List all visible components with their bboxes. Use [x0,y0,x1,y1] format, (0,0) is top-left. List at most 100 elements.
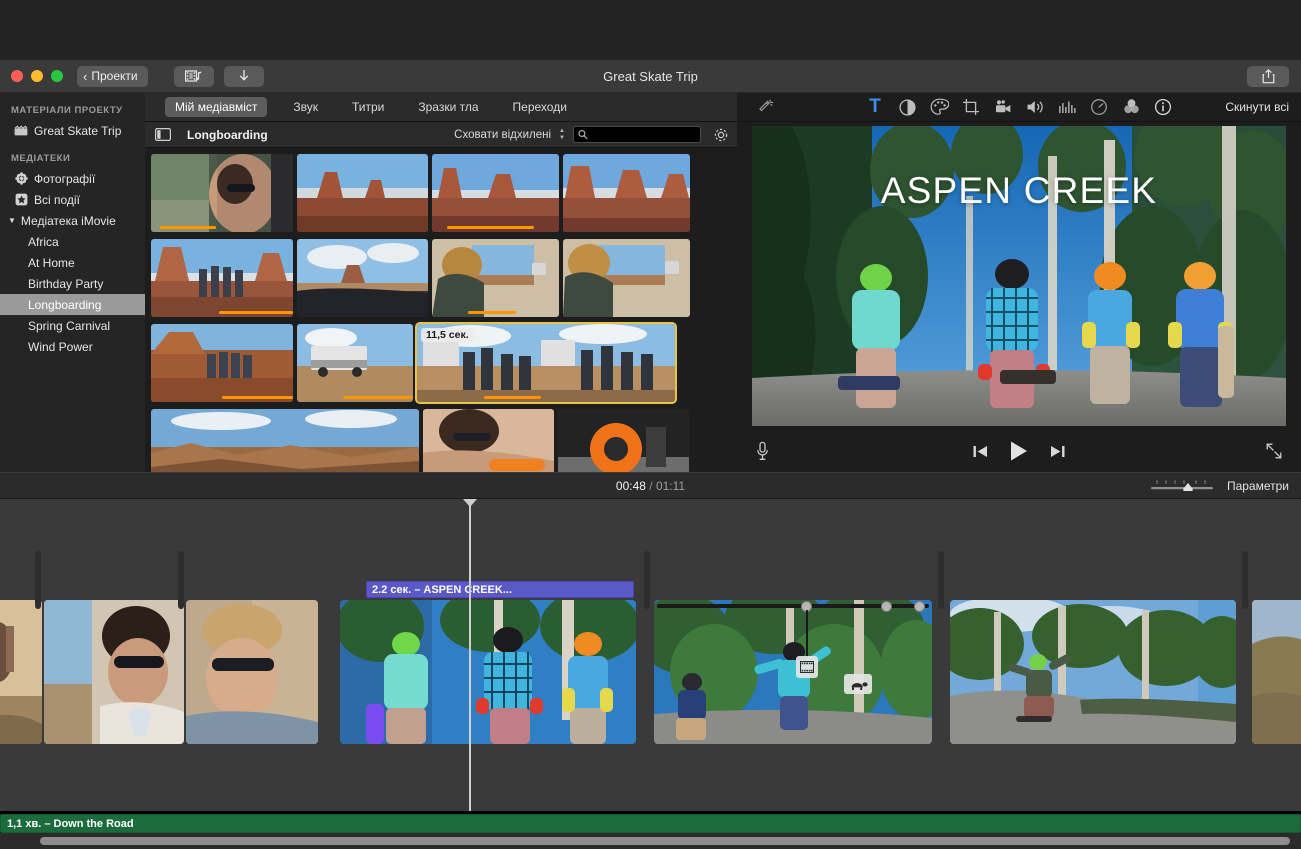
viewer-adjustment-toolbar: T [737,93,1301,122]
back-to-projects-button[interactable]: ‹ Проекти [77,66,148,87]
clip-thumbnail[interactable] [151,409,419,472]
speed-range-handle[interactable] [914,601,925,612]
clip-thumbnail[interactable] [432,154,559,232]
sidebar-item-label: Фотографії [34,172,95,186]
sidebar-item-longboarding[interactable]: Longboarding [0,294,145,315]
volume-icon[interactable] [1019,93,1051,122]
close-window-button[interactable] [11,70,23,82]
zoom-slider[interactable] [1149,477,1215,495]
info-icon[interactable] [1147,93,1179,122]
viewer-title-overlay: ASPEN CREEK [752,170,1286,212]
clip-thumbnail-selected[interactable]: 11,5 сек. [417,324,675,402]
thumbnail-image [563,154,690,232]
disclosure-triangle-icon[interactable]: ▼ [8,216,16,225]
clip-thumbnail[interactable] [563,154,690,232]
tab-backgrounds[interactable]: Зразки тла [408,97,488,117]
playhead-marker[interactable] [463,499,477,507]
clip-thumbnail[interactable] [151,239,293,317]
sidebar-item-wind-power[interactable]: Wind Power [0,336,145,357]
clip-thumbnail[interactable] [563,239,690,317]
tab-transitions[interactable]: Переходи [503,97,577,117]
sidebar-toggle-icon[interactable] [155,128,171,141]
gear-icon[interactable] [713,127,729,143]
clip-thumbnail[interactable] [297,154,428,232]
skip-to-end-icon[interactable] [1049,444,1066,459]
crop-icon[interactable] [955,93,987,122]
share-button[interactable] [1247,66,1289,87]
clip-trim-handle[interactable] [178,551,184,609]
playhead-line[interactable] [469,499,471,811]
noise-reduction-equalizer-icon[interactable] [1051,93,1083,122]
sidebar-item-great-skate-trip[interactable]: Great Skate Trip [0,120,145,141]
import-media-button[interactable] [224,66,264,87]
skip-to-start-icon[interactable] [972,444,989,459]
clip-thumbnail[interactable] [432,239,559,317]
clip-trim-handle[interactable] [938,551,944,609]
sidebar-item-photos[interactable]: Фотографії [0,168,145,189]
title-text-icon[interactable]: T [859,93,891,122]
timeline-audio-clip[interactable]: 1,1 хв. – Down the Road [0,814,1301,833]
clip-thumbnail-image [654,600,932,744]
play-icon[interactable] [1009,440,1029,462]
scrollbar-thumb[interactable] [40,837,1290,845]
sidebar-item-all-events[interactable]: Всі події [0,189,145,210]
turtle-slow-motion-icon[interactable] [844,674,872,694]
clip-trim-handle[interactable] [35,551,41,609]
libraries-sidebar[interactable]: МАТЕРІАЛИ ПРОЕКТУ Great Skate Trip МЕДІА… [0,93,145,472]
timeline-clip[interactable] [950,600,1236,744]
timeline-horizontal-scrollbar[interactable] [0,833,1301,849]
minimize-window-button[interactable] [31,70,43,82]
timeline-clip[interactable] [0,600,42,744]
clip-trim-handle[interactable] [644,551,650,609]
tab-my-media[interactable]: Мій медіавміст [165,97,267,117]
clip-thumbnail[interactable] [151,324,293,402]
sidebar-item-imovie-library[interactable]: ▼ Медіатека iMovie [0,210,145,231]
used-indicator-bar [219,311,293,315]
frames-badge-icon[interactable] [796,656,818,678]
clip-duration-badge: 11,5 сек. [421,328,474,342]
color-correction-icon[interactable] [923,93,955,122]
timeline-clip-speed[interactable] [654,600,932,744]
clip-thumbnail[interactable] [151,154,293,232]
hide-rejected-label[interactable]: Сховати відхилені [454,129,551,141]
used-indicator-bar [160,226,217,230]
sidebar-item-birthday-party[interactable]: Birthday Party [0,273,145,294]
stepper-updown-icon[interactable]: ▲▼ [559,128,565,141]
clip-thumbnail[interactable] [558,409,689,472]
audio-clip-label: 1,1 хв. – Down the Road [7,818,134,830]
clip-thumbnail[interactable] [423,409,554,472]
viewer-playback-controls [737,430,1301,472]
media-browser-button[interactable] [174,66,214,87]
timeline[interactable]: 2.2 сек. – ASPEN CREEK... [0,499,1301,811]
timeline-clip[interactable] [340,600,636,744]
search-input[interactable] [592,129,700,141]
thumbnail-image [151,239,293,317]
maximize-window-button[interactable] [51,70,63,82]
timeline-clip[interactable] [1252,600,1301,744]
filters-icon[interactable] [1115,93,1147,122]
reset-all-button[interactable]: Скинути всі [1225,100,1289,114]
clip-trim-handle[interactable] [1242,551,1248,609]
timeline-clip[interactable] [44,600,184,744]
tab-titles[interactable]: Титри [342,97,394,117]
timeline-clip[interactable] [186,600,318,744]
timeline-title-clip[interactable]: 2.2 сек. – ASPEN CREEK... [366,581,634,598]
thumbnail-row [151,239,737,317]
sidebar-item-label: Медіатека iMovie [21,214,116,228]
color-balance-icon[interactable] [891,93,923,122]
clip-thumbnail[interactable] [297,324,413,402]
tab-audio[interactable]: Звук [283,97,328,117]
sidebar-item-at-home[interactable]: At Home [0,252,145,273]
clip-thumbnail[interactable] [297,239,428,317]
video-preview[interactable]: ASPEN CREEK [752,126,1286,426]
viewer-pane: T [737,93,1301,472]
speed-gauge-icon[interactable] [1083,93,1115,122]
clip-thumbnail-grid[interactable]: 11,5 сек. [145,148,737,472]
magic-wand-icon[interactable] [749,93,781,122]
sidebar-item-africa[interactable]: Africa [0,231,145,252]
thumbnail-image [151,324,293,402]
search-field[interactable] [573,126,701,143]
stabilization-camera-icon[interactable] [987,93,1019,122]
speed-range-handle[interactable] [881,601,892,612]
sidebar-item-spring-carnival[interactable]: Spring Carnival [0,315,145,336]
